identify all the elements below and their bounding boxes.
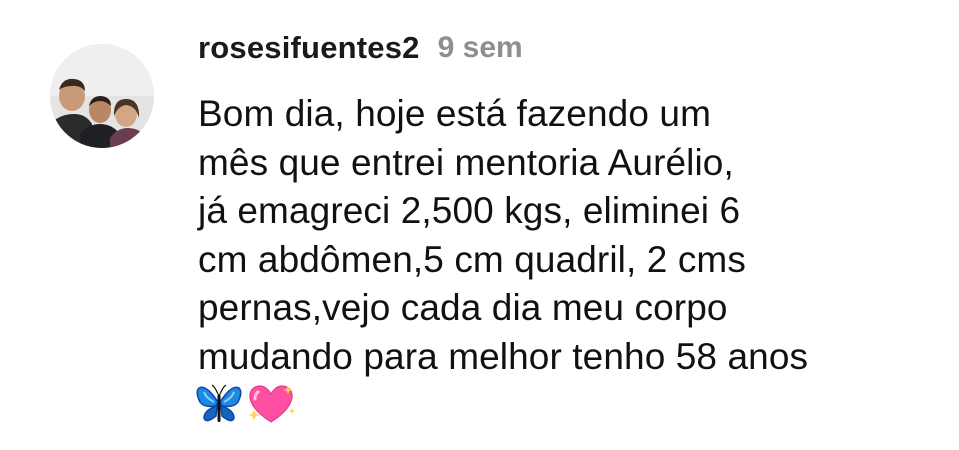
- comment-text-line: pernas,vejo cada dia meu corpo: [198, 287, 728, 328]
- comment-text-line: já emagreci 2,500 kgs, eliminei 6: [198, 190, 741, 231]
- username-link[interactable]: rosesifuentes2: [198, 30, 420, 66]
- comment: rosesifuentes2 9 sem Bom dia, hoje está …: [0, 0, 959, 450]
- emoji-row: [196, 382, 296, 426]
- timestamp[interactable]: 9 sem: [438, 31, 523, 65]
- comment-text-line: mudando para melhor tenho 58 anos: [198, 335, 809, 377]
- blue-butterfly-emoji-icon: [196, 384, 242, 422]
- comment-text-line: Bom dia, hoje está fazendo um: [198, 93, 711, 134]
- comment-header: rosesifuentes2 9 sem: [198, 26, 523, 70]
- comment-text-line: mês que entrei mentoria Aurélio,: [198, 141, 734, 183]
- profile-photo-icon: [50, 44, 154, 148]
- comment-text-line: cm abdômen,5 cm quadril, 2 cms: [198, 238, 746, 280]
- comment-text: Bom dia, hoje está fazendo um mês que en…: [198, 90, 938, 381]
- sparkling-heart-emoji-icon: [248, 385, 295, 423]
- avatar[interactable]: [50, 44, 154, 148]
